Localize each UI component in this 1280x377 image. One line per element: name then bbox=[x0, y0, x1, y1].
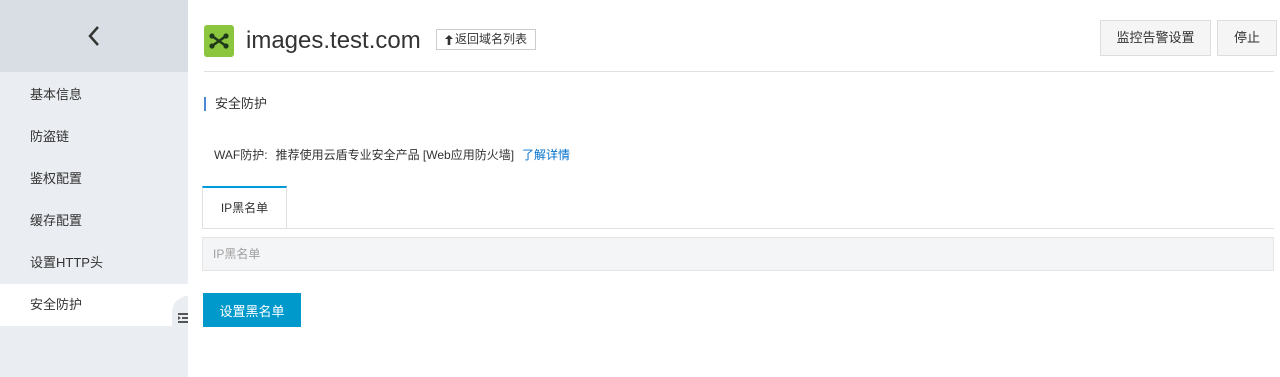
sidebar-item-basic-info[interactable]: 基本信息 bbox=[0, 74, 188, 116]
stop-button[interactable]: 停止 bbox=[1217, 20, 1277, 56]
main-content: images.test.com 返回域名列表 监控告警设置 停止 安全防护 WA… bbox=[188, 0, 1280, 377]
waf-label: WAF防护: bbox=[214, 148, 268, 162]
learn-more-link[interactable]: 了解详情 bbox=[522, 148, 570, 162]
sidebar-item-security[interactable]: 安全防护 bbox=[0, 284, 188, 326]
sidebar-item-http-header[interactable]: 设置HTTP头 bbox=[0, 242, 188, 284]
back-button[interactable] bbox=[0, 0, 188, 72]
set-blacklist-button[interactable]: 设置黑名单 bbox=[203, 293, 301, 327]
cdn-domain-icon bbox=[204, 25, 234, 57]
sidebar-item-cache-config[interactable]: 缓存配置 bbox=[0, 200, 188, 242]
tab-bar: IP黑名单 bbox=[202, 186, 1274, 229]
monitor-alert-settings-button[interactable]: 监控告警设置 bbox=[1100, 20, 1211, 56]
ip-blacklist-input[interactable] bbox=[202, 237, 1274, 271]
back-to-domain-list-label: 返回域名列表 bbox=[455, 32, 528, 46]
waf-protection-row: WAF防护: 推荐使用云盾专业安全产品 [Web应用防火墙] 了解详情 bbox=[214, 146, 570, 163]
page-header: images.test.com 返回域名列表 监控告警设置 停止 bbox=[204, 0, 1277, 72]
sidebar-item-auth-config[interactable]: 鉴权配置 bbox=[0, 158, 188, 200]
tab-ip-blacklist[interactable]: IP黑名单 bbox=[202, 186, 287, 228]
sidebar-item-hotlink-protection[interactable]: 防盗链 bbox=[0, 116, 188, 158]
waf-recommendation-text: 推荐使用云盾专业安全产品 [Web应用防火墙] bbox=[275, 148, 515, 162]
sidebar-nav: 基本信息 防盗链 鉴权配置 缓存配置 设置HTTP头 安全防护 bbox=[0, 74, 188, 326]
collapse-menu-icon bbox=[178, 313, 188, 323]
sidebar: 基本信息 防盗链 鉴权配置 缓存配置 设置HTTP头 安全防护 bbox=[0, 0, 188, 377]
chevron-left-icon bbox=[88, 26, 99, 46]
section-title: 安全防护 bbox=[204, 97, 267, 111]
page-title: images.test.com bbox=[246, 27, 421, 54]
sidebar-collapse-handle[interactable] bbox=[172, 296, 188, 340]
back-to-domain-list-button[interactable]: 返回域名列表 bbox=[436, 29, 537, 50]
arrow-up-icon bbox=[445, 34, 453, 45]
